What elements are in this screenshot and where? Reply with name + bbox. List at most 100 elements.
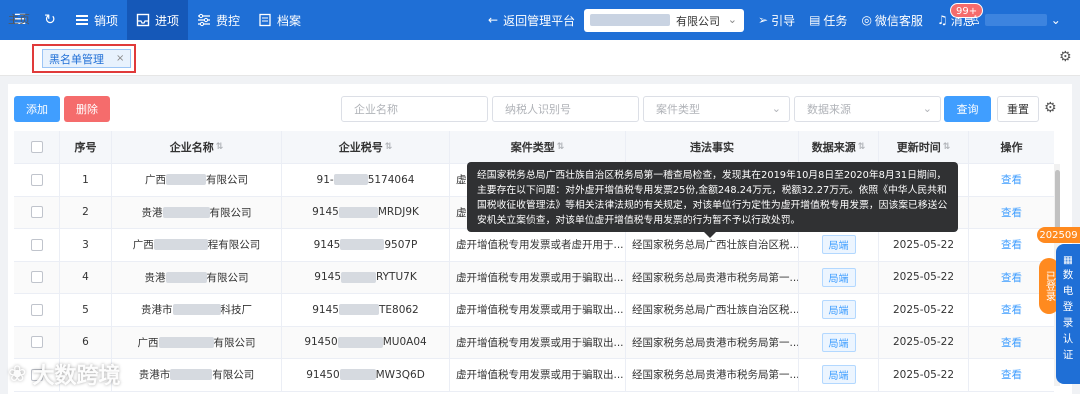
tax-prefix: 9145 — [312, 303, 339, 316]
row-checkbox[interactable] — [30, 206, 43, 219]
row-select-cell[interactable] — [14, 164, 60, 196]
nav-item-sales[interactable]: 销项 — [66, 0, 127, 40]
tax-suffix: MW3Q6D — [375, 368, 425, 381]
header-data-source[interactable]: 数据来源 ⇅ — [799, 131, 879, 163]
taxid-input[interactable]: 纳税人识别号 — [492, 96, 639, 122]
sort-icon[interactable]: ⇅ — [385, 142, 393, 152]
view-link[interactable]: 查看 — [1001, 205, 1022, 220]
view-link[interactable]: 查看 — [1001, 270, 1022, 285]
header-label: 更新时间 — [896, 141, 941, 154]
redacted-mask — [337, 336, 383, 348]
nav-item-purchase[interactable]: 进项 — [127, 0, 189, 40]
cert-char: 登 — [1062, 301, 1074, 313]
row-company-name: 广西 有限公司 — [112, 326, 282, 358]
table-scrollbar-thumb[interactable] — [1055, 170, 1060, 230]
header-label: 企业税号 — [338, 141, 383, 154]
tab-blacklist-management[interactable]: 黑名单管理 × — [42, 49, 132, 68]
header-company-name[interactable]: 企业名称 ⇅ — [112, 131, 282, 163]
row-company-name: 贵港市 有限公司 — [112, 359, 282, 391]
row-data-source: 局端 — [799, 229, 879, 261]
nav-item-expense[interactable]: 费控 — [188, 0, 249, 40]
tax-suffix: MRDJ9K — [377, 206, 419, 219]
company-name-placeholder: 企业名称 — [354, 103, 398, 116]
tab-label: 黑名单管理 — [49, 52, 104, 66]
refresh-icon[interactable]: ↻ — [42, 12, 58, 28]
sort-icon[interactable]: ⇅ — [557, 142, 565, 152]
name-prefix: 贵港市 — [141, 304, 173, 317]
row-violation-fact[interactable]: 经国家税务总局贵港市税务局第一... — [626, 326, 799, 358]
row-checkbox[interactable] — [30, 336, 43, 349]
redacted-mask — [162, 206, 210, 218]
redacted-mask — [170, 369, 213, 381]
source-tag: 局端 — [821, 300, 856, 320]
header-update-time[interactable]: 更新时间 ⇅ — [879, 131, 969, 163]
tax-prefix: 91450 — [304, 336, 338, 349]
guide-link[interactable]: ➢ 引导 — [758, 12, 795, 29]
name-prefix: 贵港市 — [138, 369, 171, 382]
qr-icon: ▦ — [1063, 254, 1073, 266]
delete-button[interactable]: 删除 — [64, 96, 110, 122]
header-actions: 操作 — [1000, 141, 1023, 154]
row-no: 2 — [60, 196, 112, 228]
view-link[interactable]: 查看 — [1001, 367, 1022, 382]
redacted-mask — [338, 206, 378, 218]
row-checkbox[interactable] — [30, 271, 43, 284]
close-icon[interactable]: × — [116, 53, 124, 64]
tax-prefix: 9145 — [312, 206, 339, 219]
redacted-mask — [158, 336, 214, 348]
sort-icon[interactable]: ⇅ — [943, 142, 951, 152]
view-link[interactable]: 查看 — [1001, 237, 1022, 252]
column-settings-gear-icon[interactable]: ⚙ — [1044, 100, 1057, 116]
digital-login-auth-panel[interactable]: ▦ 数 电 登 录 认 证 — [1056, 244, 1080, 384]
view-link[interactable]: 查看 — [1001, 302, 1022, 317]
company-select[interactable]: 有限公司 ⌄ — [584, 9, 744, 32]
search-button[interactable]: 查询 — [944, 96, 991, 122]
gear-icon[interactable]: ⚙ — [1059, 49, 1072, 65]
header-tax-id[interactable]: 企业税号 ⇅ — [282, 131, 450, 163]
name-prefix: 贵港 — [144, 271, 166, 284]
reset-button[interactable]: 重置 — [997, 96, 1039, 122]
row-violation-fact[interactable]: 经国家税务总局贵港市税务局第一... — [626, 359, 799, 391]
user-menu[interactable]: ♙ ⌄ — [970, 0, 1061, 40]
source-tag: 局端 — [821, 332, 856, 352]
data-source-select[interactable]: 数据来源 ⌄ — [794, 96, 941, 122]
sort-icon[interactable]: ⇅ — [858, 142, 866, 152]
tab-home[interactable]: 主页 — [8, 11, 30, 27]
tab-bar — [0, 40, 1080, 76]
row-select-cell[interactable] — [14, 326, 60, 358]
chevron-down-icon: ⌄ — [1050, 13, 1061, 27]
add-button[interactable]: 添加 — [14, 96, 60, 122]
row-checkbox[interactable] — [30, 303, 43, 316]
header-label: 数据来源 — [811, 141, 856, 154]
row-select-cell[interactable] — [14, 196, 60, 228]
tooltip-arrow — [704, 232, 716, 238]
view-link[interactable]: 查看 — [1001, 335, 1022, 350]
row-tax-id: 91450 MU0A04 — [282, 326, 450, 358]
row-checkbox[interactable] — [30, 238, 43, 251]
row-company-name: 贵港 有限公司 — [112, 196, 282, 228]
row-violation-fact[interactable]: 经国家税务总局广西壮族自治区税... — [626, 294, 799, 326]
back-to-admin-link[interactable]: ← 返回管理平台 — [488, 0, 575, 40]
company-suffix: 有限公司 — [676, 14, 720, 28]
row-select-cell[interactable] — [14, 261, 60, 293]
case-type-select[interactable]: 案件类型 ⌄ — [643, 96, 790, 122]
row-select-cell[interactable] — [14, 294, 60, 326]
name-suffix: 有限公司 — [209, 206, 252, 219]
period-tag[interactable]: 202509 — [1037, 227, 1080, 243]
top-right-links: ➢ 引导 ▤ 任务 ◎ 微信客服 ♫ 消息 — [758, 0, 975, 40]
select-all-checkbox[interactable] — [30, 141, 43, 153]
row-checkbox[interactable] — [30, 173, 43, 186]
task-link[interactable]: ▤ 任务 — [809, 12, 847, 29]
row-data-source: 局端 — [799, 294, 879, 326]
company-name-input[interactable]: 企业名称 — [341, 96, 488, 122]
select-all-cell[interactable] — [14, 131, 60, 163]
row-update-time: 2025-05-22 — [879, 294, 969, 326]
row-violation-fact[interactable]: 经国家税务总局贵港市税务局第一... — [626, 261, 799, 293]
header-case-type[interactable]: 案件类型 ⇅ — [450, 131, 626, 163]
sort-icon[interactable]: ⇅ — [216, 142, 224, 152]
wechat-service-link[interactable]: ◎ 微信客服 — [861, 12, 923, 29]
row-tax-id: 91- 5174064 — [282, 164, 450, 196]
nav-item-archive[interactable]: 档案 — [249, 0, 310, 40]
view-link[interactable]: 查看 — [1001, 172, 1022, 187]
row-select-cell[interactable] — [14, 229, 60, 261]
